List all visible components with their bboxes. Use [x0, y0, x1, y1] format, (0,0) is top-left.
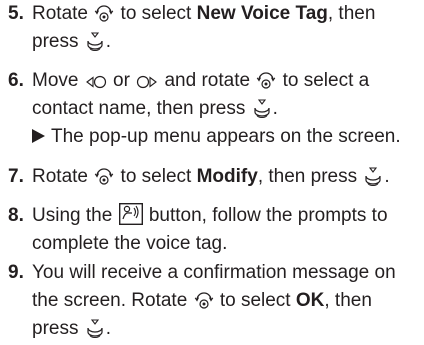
text-run: press [32, 318, 84, 339]
step-9: 9. You will receive a confirmation messag… [8, 259, 416, 343]
text-run: Rotate [32, 166, 94, 187]
result-arrow-icon [32, 129, 45, 143]
step-text: Using the button, follow the prompts to c… [8, 203, 388, 254]
step-number: 9. [8, 262, 24, 283]
step-text: Rotate to select New Voice Tag, then pres… [8, 3, 375, 52]
text-run: . [272, 98, 278, 119]
text-run: , then [327, 3, 376, 24]
step-text: Move or and rotate to select a contact na… [8, 70, 369, 119]
text-run: . [105, 318, 112, 339]
bold-term: OK [295, 290, 325, 311]
press-knob-icon [252, 99, 272, 118]
step-result: The pop-up menu appears on the screen. [8, 123, 416, 151]
text-run: Rotate [32, 3, 94, 24]
step-5: 5. Rotate to select New Voice Tag, then pr… [8, 0, 416, 56]
text-run: Move [32, 70, 84, 91]
step-number: 6. [8, 70, 24, 91]
text-run: to select [115, 3, 197, 24]
text-run: . [384, 166, 390, 187]
rotate-knob-icon [94, 168, 114, 186]
text-run: You will receive a confirmation message … [32, 262, 396, 283]
step-text: Rotate to select Modify, then press . [32, 166, 390, 187]
rotate-knob-icon [256, 72, 276, 90]
step-6: 6. Move or and rotate to select a contact … [8, 67, 416, 151]
text-run: to select [115, 166, 197, 187]
bold-term: Modify [196, 166, 258, 187]
text-run: Using the [32, 205, 118, 226]
text-run: to select [214, 290, 296, 311]
text-run: to select a [277, 70, 370, 91]
rotate-knob-icon [94, 5, 114, 23]
text-run: button, follow the prompts to [143, 205, 388, 226]
step-7: 7. Rotate to select Modify, then press . [8, 163, 416, 191]
step-number: 7. [8, 166, 24, 187]
rotate-knob-icon [194, 292, 214, 310]
text-run: contact name, then press [32, 98, 251, 119]
text-run: , then press [257, 166, 363, 187]
step-text: You will receive a confirmation message … [8, 262, 396, 339]
move-right-icon [136, 74, 158, 90]
text-run: and rotate [159, 70, 256, 91]
press-knob-icon [85, 32, 105, 51]
press-knob-icon [363, 167, 383, 186]
text-run: the screen. Rotate [32, 290, 193, 311]
step-number: 5. [8, 3, 24, 24]
step-8: 8. Using the button, follow the prompts t… [8, 202, 416, 258]
result-text: The pop-up menu appears on the screen. [51, 126, 401, 147]
move-left-icon [85, 74, 107, 90]
instruction-page: 5. Rotate to select New Voice Tag, then pr… [0, 0, 424, 345]
text-run: complete the voice tag. [32, 233, 228, 254]
step-number: 8. [8, 205, 24, 226]
text-run: . [105, 31, 112, 52]
text-run: or [107, 70, 136, 91]
text-run: , then [324, 290, 372, 311]
bold-term: New Voice Tag [196, 3, 328, 24]
talk-button-icon [118, 203, 143, 225]
text-run: press [32, 31, 84, 52]
press-knob-icon [85, 319, 105, 338]
